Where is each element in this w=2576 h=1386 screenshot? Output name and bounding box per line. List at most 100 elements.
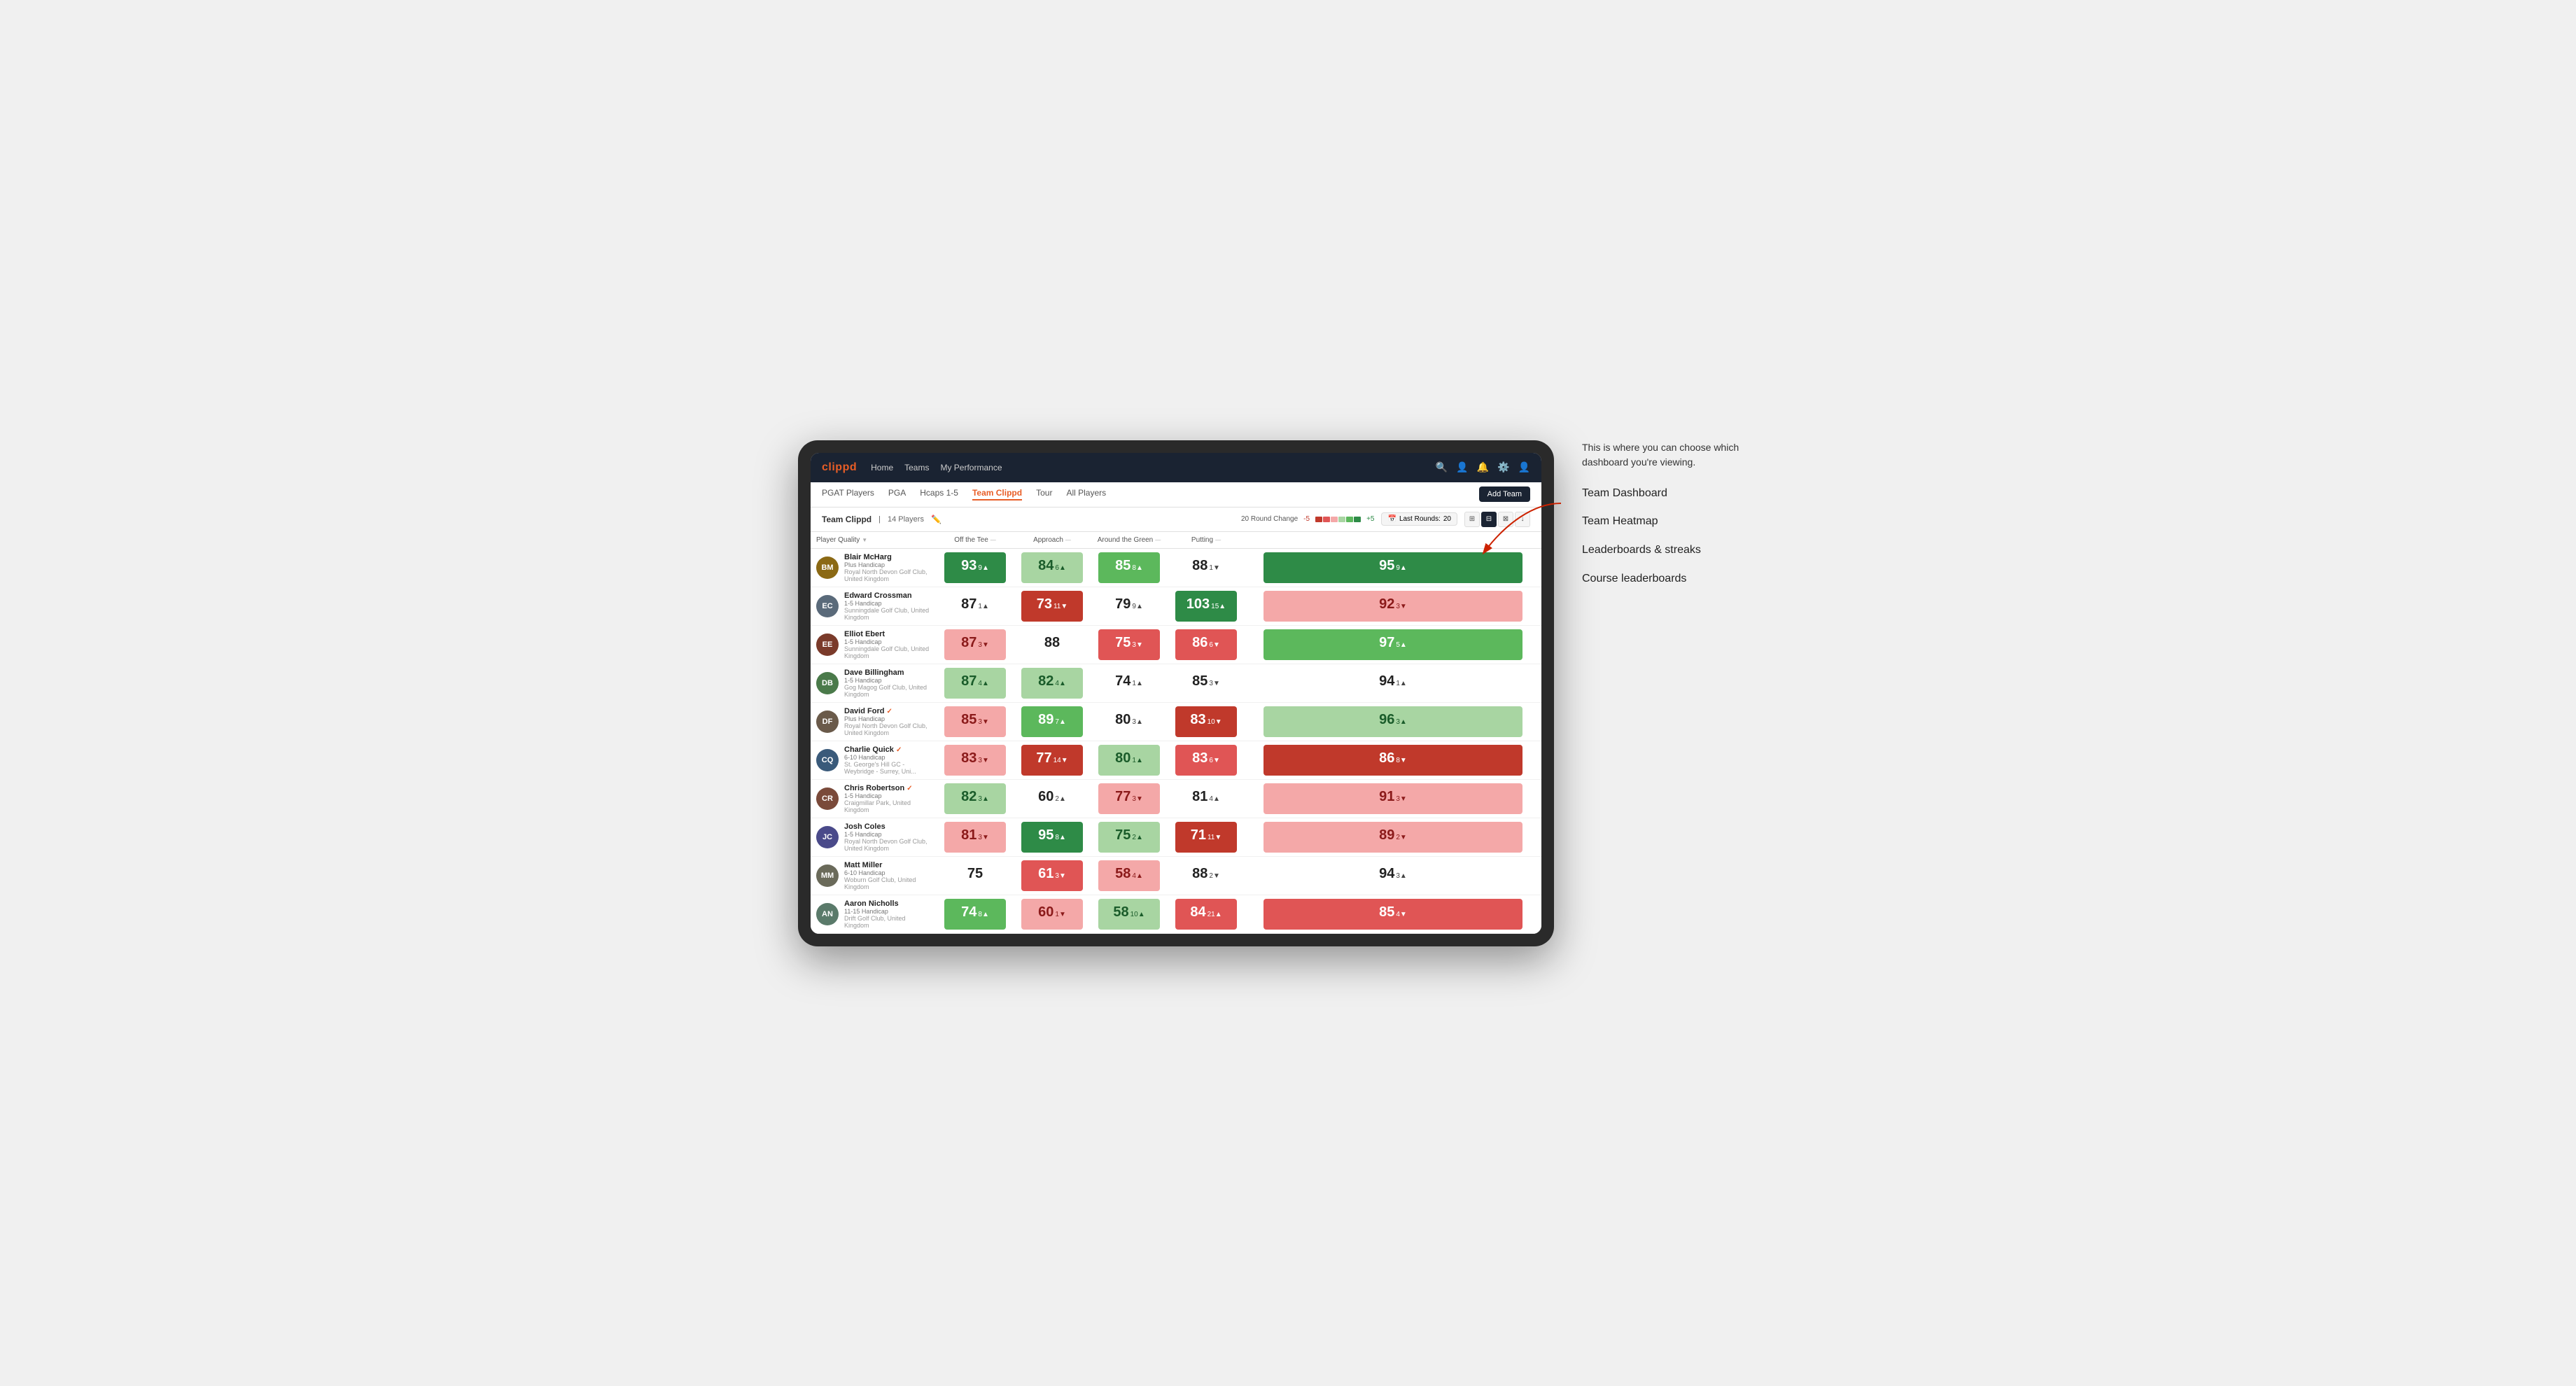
score-box: 81 4▲ (1175, 783, 1237, 814)
score-delta: 3▼ (1396, 795, 1406, 803)
score-delta: 8▼ (1396, 757, 1406, 764)
player-hcp: 11-15 Handicap (844, 908, 931, 915)
tablet-frame: clippd Home Teams My Performance 🔍 👤 🔔 ⚙… (798, 440, 1554, 946)
settings-icon[interactable]: ⚙️ (1497, 461, 1509, 473)
player-name: Charlie Quick ✓ (844, 746, 931, 754)
score-box: 84 21▲ (1175, 899, 1237, 930)
player-club: Royal North Devon Golf Club, United King… (844, 722, 931, 736)
score-box: 84 6▲ (1021, 552, 1083, 583)
table-row[interactable]: BM Blair McHarg Plus Handicap Royal Nort… (811, 548, 1541, 587)
search-icon[interactable]: 🔍 (1436, 461, 1448, 473)
avatar: EC (816, 595, 839, 617)
score-cell-8-1: 61 3▼ (1014, 856, 1091, 895)
heat-seg-1 (1315, 517, 1322, 522)
table-row[interactable]: DF David Ford ✓ Plus Handicap Royal Nort… (811, 702, 1541, 741)
sub-nav-tour[interactable]: Tour (1036, 488, 1052, 500)
score-box: 91 3▼ (1264, 783, 1523, 814)
col-header-around-green[interactable]: Around the Green — (1091, 532, 1168, 549)
score-box: 75 3▼ (1098, 629, 1160, 660)
sub-nav-hcaps[interactable]: Hcaps 1-5 (920, 488, 958, 500)
score-delta: 1▲ (1132, 680, 1142, 687)
avatar: MM (816, 864, 839, 887)
col-header-player[interactable]: Player Quality ▼ (811, 532, 937, 549)
score-value: 85 (1115, 558, 1130, 574)
score-value: 85 (961, 712, 976, 728)
player-hcp: 1-5 Handicap (844, 638, 931, 645)
score-box: 58 10▲ (1098, 899, 1160, 930)
table-header: Player Quality ▼ Off the Tee — (811, 532, 1541, 549)
score-delta: 21▲ (1208, 911, 1222, 918)
score-cell-1-3: 103 15▲ (1168, 587, 1245, 625)
table-row[interactable]: MM Matt Miller 6-10 Handicap Woburn Golf… (811, 856, 1541, 895)
player-cell-8: MM Matt Miller 6-10 Handicap Woburn Golf… (811, 856, 937, 895)
nav-link-home[interactable]: Home (871, 463, 893, 472)
player-name: Josh Coles (844, 822, 931, 831)
player-info: Matt Miller 6-10 Handicap Woburn Golf Cl… (844, 861, 931, 890)
score-cell-3-0: 87 4▲ (937, 664, 1014, 702)
score-box: 87 3▼ (944, 629, 1006, 660)
score-box: 74 1▲ (1098, 668, 1160, 699)
player-info: Chris Robertson ✓ 1-5 Handicap Craigmill… (844, 784, 931, 813)
col-header-approach[interactable]: Approach — (1014, 532, 1091, 549)
score-delta: 14▼ (1054, 757, 1068, 764)
score-box: 75 (944, 860, 1006, 891)
annotation-menu-list: Team Dashboard Team Heatmap Leaderboards… (1582, 486, 1778, 587)
player-info: Edward Crossman 1-5 Handicap Sunningdale… (844, 592, 931, 621)
table-row[interactable]: JC Josh Coles 1-5 Handicap Royal North D… (811, 818, 1541, 856)
table-body: BM Blair McHarg Plus Handicap Royal Nort… (811, 548, 1541, 933)
score-value: 84 (1190, 904, 1205, 920)
sub-nav-team-clippd[interactable]: Team Clippd (972, 488, 1022, 500)
avatar: JC (816, 826, 839, 848)
player-hcp: Plus Handicap (844, 715, 931, 722)
table-row[interactable]: CQ Charlie Quick ✓ 6-10 Handicap St. Geo… (811, 741, 1541, 779)
score-delta: 8▲ (1132, 564, 1142, 572)
score-value: 94 (1379, 866, 1394, 882)
score-cell-0-0: 93 9▲ (937, 548, 1014, 587)
score-cell-7-0: 81 3▼ (937, 818, 1014, 856)
player-cell-6: CR Chris Robertson ✓ 1-5 Handicap Craigm… (811, 779, 937, 818)
score-delta: 2▼ (1396, 834, 1406, 841)
score-delta: 3▲ (1396, 718, 1406, 726)
player-name: David Ford ✓ (844, 707, 931, 715)
bell-icon[interactable]: 🔔 (1477, 461, 1489, 473)
table-row[interactable]: CR Chris Robertson ✓ 1-5 Handicap Craigm… (811, 779, 1541, 818)
col-header-off-tee[interactable]: Off the Tee — (937, 532, 1014, 549)
score-value: 83 (1190, 712, 1205, 728)
score-box: 94 3▲ (1264, 860, 1523, 891)
score-value: 60 (1038, 789, 1054, 805)
score-delta: 3▼ (1209, 680, 1219, 687)
nav-link-teams[interactable]: Teams (904, 463, 929, 472)
score-cell-9-4: 85 4▼ (1245, 895, 1541, 933)
score-cell-2-4: 97 5▲ (1245, 625, 1541, 664)
score-cell-2-1: 88 (1014, 625, 1091, 664)
player-name: Edward Crossman (844, 592, 931, 600)
heat-seg-2 (1323, 517, 1330, 522)
score-value: 58 (1115, 866, 1130, 882)
avatar-icon[interactable]: 👤 (1518, 461, 1530, 473)
table-row[interactable]: AN Aaron Nicholls 11-15 Handicap Drift G… (811, 895, 1541, 933)
edit-icon[interactable]: ✏️ (931, 514, 941, 524)
sub-nav-pga[interactable]: PGA (888, 488, 906, 500)
score-value: 85 (1192, 673, 1208, 690)
player-name: Chris Robertson ✓ (844, 784, 931, 792)
nav-link-performance[interactable]: My Performance (940, 463, 1002, 472)
table-row[interactable]: DB Dave Billingham 1-5 Handicap Gog Mago… (811, 664, 1541, 702)
score-delta: 5▲ (1396, 641, 1406, 649)
sub-nav-pgat[interactable]: PGAT Players (822, 488, 874, 500)
score-box: 95 8▲ (1021, 822, 1083, 853)
score-value: 75 (1115, 635, 1130, 651)
score-value: 75 (1115, 827, 1130, 844)
score-cell-3-3: 85 3▼ (1168, 664, 1245, 702)
table-row[interactable]: EE Elliot Ebert 1-5 Handicap Sunningdale… (811, 625, 1541, 664)
sub-nav-all-players[interactable]: All Players (1066, 488, 1106, 500)
last-rounds-selector[interactable]: 📅 Last Rounds: 20 (1381, 512, 1457, 526)
table-row[interactable]: EC Edward Crossman 1-5 Handicap Sunningd… (811, 587, 1541, 625)
score-cell-4-0: 85 3▼ (937, 702, 1014, 741)
avatar: DF (816, 710, 839, 733)
col-header-putting[interactable]: Putting — (1168, 532, 1245, 549)
score-delta: 3▲ (978, 795, 988, 803)
player-info: Charlie Quick ✓ 6-10 Handicap St. George… (844, 746, 931, 775)
user-icon[interactable]: 👤 (1456, 461, 1468, 473)
player-cell-2: EE Elliot Ebert 1-5 Handicap Sunningdale… (811, 625, 937, 664)
score-box: 88 1▼ (1175, 552, 1237, 583)
